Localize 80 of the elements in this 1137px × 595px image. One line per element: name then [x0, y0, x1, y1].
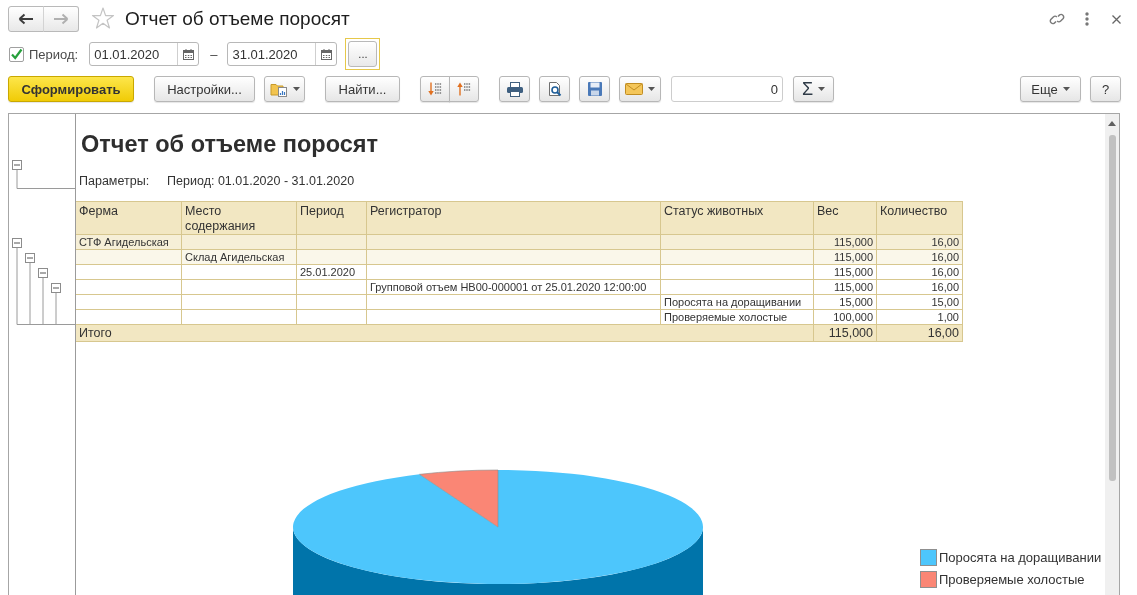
collapse-button[interactable]: [12, 238, 22, 248]
save-button[interactable]: [579, 76, 610, 102]
scroll-up-icon[interactable]: [1108, 121, 1116, 126]
collapse-button[interactable]: [51, 283, 61, 293]
calendar-icon: [320, 48, 332, 60]
star-icon[interactable]: [91, 7, 115, 31]
close-icon[interactable]: [1112, 14, 1121, 24]
table-cell: 115,000: [813, 249, 877, 265]
table-cell: СТФ Агидельская: [76, 234, 182, 250]
column-header: Период: [296, 201, 367, 235]
table-cell: 16,00: [876, 234, 963, 250]
table-cell: 15,00: [876, 294, 963, 310]
clipboard-dropdown-button[interactable]: [264, 76, 305, 102]
period-label: Период:: [29, 46, 79, 62]
collapse-button[interactable]: [25, 253, 35, 263]
table-cell: Групповой отъем НВ00-000001 от 25.01.2020 12:00:00: [366, 279, 661, 295]
generate-button[interactable]: Сформировать: [8, 76, 134, 102]
date-field[interactable]: 31.01.2020: [227, 42, 338, 66]
window-title: Отчет об отъеме поросят: [125, 8, 350, 30]
table-cell: 115,000: [813, 279, 877, 295]
table-cell: 16,00: [876, 249, 963, 265]
arrow-right-icon: [53, 13, 69, 25]
envelope-icon: [625, 83, 643, 95]
choose-period-button[interactable]: ...: [345, 38, 381, 70]
more-button[interactable]: Еще: [1020, 76, 1081, 102]
help-button[interactable]: ?: [1090, 76, 1121, 102]
table-cell: 16,00: [876, 324, 963, 342]
table-cell: 115,000: [813, 234, 877, 250]
collapse-button[interactable]: [38, 268, 48, 278]
period-checkbox[interactable]: [9, 46, 24, 62]
legend-label: Проверяемые холостые: [939, 572, 1085, 587]
table-cell: 115,000: [813, 264, 877, 280]
column-header: Ферма: [76, 201, 182, 235]
parameters-value: Период: 01.01.2020 - 31.01.2020: [167, 173, 355, 189]
date-field[interactable]: 01.01.2020: [89, 42, 200, 66]
find-button[interactable]: Найти...: [325, 76, 400, 102]
arrow-left-icon: [18, 13, 34, 25]
table-cell: Склад Агидельская: [181, 249, 297, 265]
column-header: Регистратор: [366, 201, 661, 235]
parameters-label: Параметры:: [79, 173, 150, 189]
caret-icon: [648, 87, 655, 91]
collapse-button[interactable]: [12, 160, 22, 170]
sort-ascending-button[interactable]: [449, 76, 479, 102]
legend-label: Поросята на доращивании: [939, 550, 1102, 565]
table-cell: Поросята на доращивании: [660, 294, 814, 310]
more-menu-icon[interactable]: [1085, 12, 1089, 26]
table-cell: 15,000: [813, 294, 877, 310]
settings-button[interactable]: Настройки...: [154, 76, 255, 102]
column-header: Количество: [876, 201, 963, 235]
column-header: Вес: [813, 201, 877, 235]
folder-document-icon: [269, 81, 288, 97]
sort-down-icon: [427, 81, 443, 97]
table-cell: Проверяемые холостые: [660, 309, 814, 325]
calendar-icon: [182, 48, 194, 60]
caret-icon: [818, 87, 826, 91]
email-dropdown-button[interactable]: [619, 76, 661, 102]
table-cell: 115,000: [813, 324, 877, 342]
total-label: Итого: [76, 324, 814, 342]
link-icon[interactable]: [1049, 11, 1065, 27]
scrollbar-thumb[interactable]: [1108, 135, 1116, 481]
table-cell: 16,00: [876, 264, 963, 280]
table-cell: 25.01.2020: [296, 264, 367, 280]
report-title: Отчет об отъеме поросят: [81, 131, 380, 157]
caret-icon: [1062, 87, 1070, 91]
document-search-icon: [546, 81, 563, 97]
table-cell: 1,00: [876, 309, 963, 325]
print-button[interactable]: [499, 76, 530, 102]
table-cell: 16,00: [876, 279, 963, 295]
column-header: Место содержания: [181, 201, 297, 235]
sum-field[interactable]: 0: [671, 76, 783, 102]
back-button[interactable]: [8, 6, 44, 32]
sum-dropdown-button[interactable]: Σ: [793, 76, 834, 102]
column-header: Статус животных: [660, 201, 814, 235]
sort-descending-button[interactable]: [420, 76, 450, 102]
preview-button[interactable]: [539, 76, 570, 102]
caret-icon: [292, 87, 300, 91]
sort-up-icon: [456, 81, 472, 97]
table-cell: 100,000: [813, 309, 877, 325]
range-dash: –: [210, 46, 218, 62]
printer-icon: [505, 81, 524, 97]
